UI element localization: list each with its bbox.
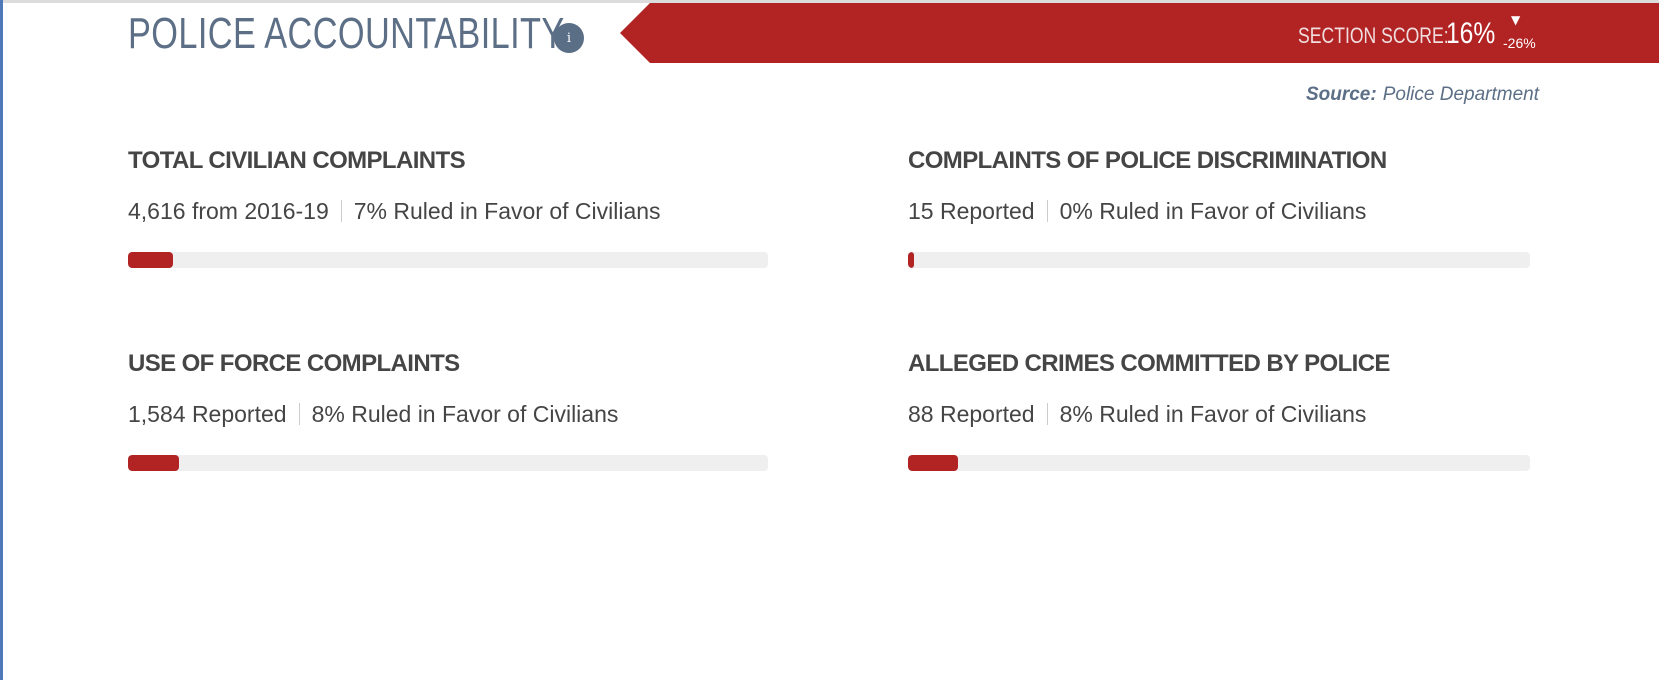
metric-ruling: 8% Ruled in Favor of Civilians — [1059, 401, 1367, 427]
info-icon[interactable]: i — [554, 23, 584, 53]
metric-count: 88 Reported — [908, 401, 1035, 427]
metric-title: COMPLAINTS OF POLICE DISCRIMINATION — [908, 147, 1387, 174]
section-score-label: SECTION SCORE: — [1298, 23, 1449, 48]
metric-title: ALLEGED CRIMES COMMITTED BY POLICE — [908, 350, 1390, 377]
progress-track — [128, 252, 768, 268]
metric-stats: 4,616 from 2016-19 7% Ruled in Favor of C… — [128, 198, 768, 226]
metric-title: TOTAL CIVILIAN COMPLAINTS — [128, 147, 466, 174]
progress-track — [908, 252, 1530, 268]
progress-fill — [128, 455, 180, 471]
metric-stats: 88 Reported 8% Ruled in Favor of Civilian… — [908, 401, 1530, 429]
window-left-edge — [0, 0, 3, 680]
section-score-banner — [620, 3, 1659, 63]
metric-stats: 15 Reported 0% Ruled in Favor of Civilian… — [908, 198, 1530, 226]
metric-count: 1,584 Reported — [128, 401, 287, 427]
banner-notch — [620, 3, 650, 63]
progress-track — [908, 455, 1530, 471]
section-score-change: -26% — [1503, 35, 1536, 51]
metric-title: USE OF FORCE COMPLAINTS — [128, 350, 460, 377]
metric-card-use-of-force: USE OF FORCE COMPLAINTS 1,584 Reported 8%… — [128, 350, 768, 471]
triangle-down-icon: ▼ — [1511, 13, 1521, 27]
metric-card-total-civilian-complaints: TOTAL CIVILIAN COMPLAINTS 4,616 from 201… — [128, 147, 768, 268]
metric-count: 15 Reported — [908, 198, 1035, 224]
metric-ruling: 7% Ruled in Favor of Civilians — [353, 198, 661, 224]
section-score-value: 16% — [1446, 17, 1496, 50]
source-label: Source: — [1305, 84, 1377, 105]
metric-card-alleged-crimes: ALLEGED CRIMES COMMITTED BY POLICE 88 Re… — [908, 350, 1530, 471]
progress-track — [128, 455, 768, 471]
source-line: Source: Police Department — [1306, 84, 1539, 106]
metric-count: 4,616 from 2016-19 — [128, 198, 329, 224]
section-title: POLICE ACCOUNTABILITY — [128, 9, 565, 58]
stat-divider — [1046, 403, 1048, 425]
source-name: Police Department — [1382, 84, 1539, 105]
progress-fill — [908, 455, 958, 471]
section-header: POLICE ACCOUNTABILITY i SECTION SCORE: 1… — [0, 3, 1659, 63]
metric-stats: 1,584 Reported 8% Ruled in Favor of Civil… — [128, 401, 768, 429]
stat-divider — [340, 200, 342, 222]
metric-ruling: 8% Ruled in Favor of Civilians — [311, 401, 619, 427]
metric-ruling: 0% Ruled in Favor of Civilians — [1059, 198, 1367, 224]
progress-fill — [908, 252, 914, 268]
progress-fill — [128, 252, 173, 268]
stat-divider — [298, 403, 300, 425]
stat-divider — [1046, 200, 1048, 222]
metric-card-police-discrimination: COMPLAINTS OF POLICE DISCRIMINATION 15 R… — [908, 147, 1530, 268]
